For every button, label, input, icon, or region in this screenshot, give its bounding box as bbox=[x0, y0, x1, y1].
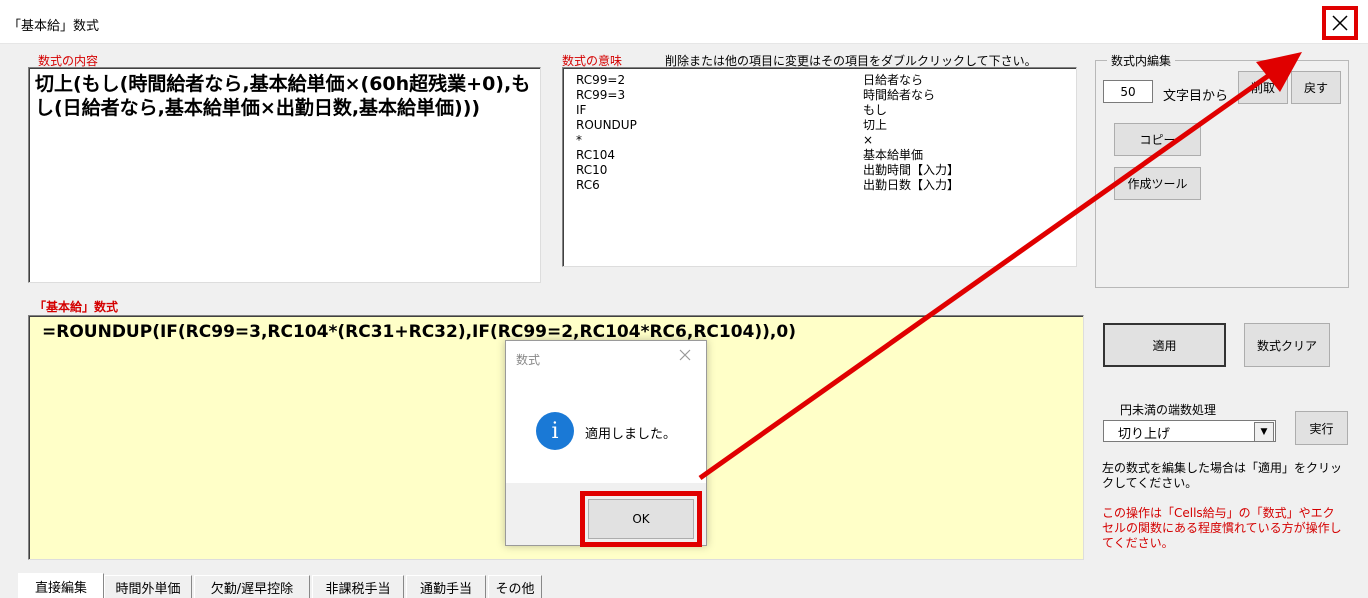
list-item[interactable]: RC99=2 日給者なら bbox=[576, 73, 1056, 88]
take-button[interactable]: 削取 bbox=[1238, 71, 1288, 104]
formula-label: 「基本給」数式 bbox=[34, 300, 119, 314]
ok-button-highlight[interactable]: OK bbox=[580, 491, 702, 547]
dialog-close-button[interactable] bbox=[678, 348, 692, 365]
apply-button[interactable]: 適用 bbox=[1103, 323, 1226, 367]
ok-button[interactable]: OK bbox=[588, 499, 694, 539]
list-item[interactable]: RC10 出勤時間【入力】 bbox=[576, 163, 1056, 178]
window-title: 「基本給」数式 bbox=[8, 19, 100, 34]
title-bar bbox=[0, 0, 1368, 44]
execute-button[interactable]: 実行 bbox=[1295, 411, 1348, 445]
rounding-select[interactable]: 切り上げ ▼ bbox=[1103, 420, 1276, 442]
dialog-title: 数式 bbox=[516, 353, 541, 367]
back-button[interactable]: 戻す bbox=[1291, 71, 1341, 104]
formula-content-textbox[interactable]: 切上(もし(時間給者なら,基本給単価×(60h超残業+0),もし(日給者なら,基… bbox=[28, 67, 541, 283]
meaning-listbox[interactable]: RC99=2 日給者なら RC99=3 時間給者なら IF もし ROUNDUP 切上 … bbox=[562, 67, 1077, 267]
message-dialog: 数式 i 適用しました。 OK bbox=[505, 340, 707, 547]
window-close-button[interactable] bbox=[1322, 6, 1358, 40]
create-tool-button[interactable]: 作成ツール bbox=[1114, 167, 1201, 200]
copy-button[interactable]: コピー bbox=[1114, 123, 1201, 156]
tab-direct-edit[interactable]: 直接編集 bbox=[18, 573, 104, 598]
apply-note: 左の数式を編集した場合は「適用」をクリックしてください。 bbox=[1102, 461, 1343, 490]
edit-group-legend: 数式内編集 bbox=[1107, 52, 1176, 69]
dialog-footer: OK bbox=[506, 483, 706, 547]
rounding-label: 円未満の端数処理 bbox=[1120, 403, 1217, 417]
list-item[interactable]: IF もし bbox=[576, 103, 1056, 118]
close-icon bbox=[1332, 15, 1348, 31]
tab-overtime-rate[interactable]: 時間外単価 bbox=[104, 575, 192, 598]
info-icon: i bbox=[536, 412, 574, 450]
tab-absence-deduction[interactable]: 欠勤/遅早控除 bbox=[194, 575, 310, 598]
list-item[interactable]: * × bbox=[576, 133, 1056, 148]
dialog-message: 適用しました。 bbox=[585, 427, 677, 442]
list-item[interactable]: ROUNDUP 切上 bbox=[576, 118, 1056, 133]
rounding-value: 切り上げ bbox=[1118, 427, 1171, 442]
tab-commute-allowance[interactable]: 通勤手当 bbox=[406, 575, 486, 598]
warning-note: この操作は「Cells給与」の「数式」やエクセルの関数にある程度慣れている方が操… bbox=[1102, 506, 1342, 550]
list-item[interactable]: RC99=3 時間給者なら bbox=[576, 88, 1056, 103]
position-label: 文字目から bbox=[1163, 89, 1229, 104]
position-input[interactable]: 50 bbox=[1103, 80, 1153, 103]
close-icon bbox=[679, 349, 691, 361]
chevron-down-icon[interactable]: ▼ bbox=[1254, 422, 1274, 442]
clear-formula-button[interactable]: 数式クリア bbox=[1244, 323, 1330, 367]
list-item[interactable]: RC6 出勤日数【入力】 bbox=[576, 178, 1056, 193]
tab-other[interactable]: その他 bbox=[488, 575, 542, 598]
list-item[interactable]: RC104 基本給単価 bbox=[576, 148, 1056, 163]
tab-nontaxable-allowance[interactable]: 非課税手当 bbox=[312, 575, 404, 598]
